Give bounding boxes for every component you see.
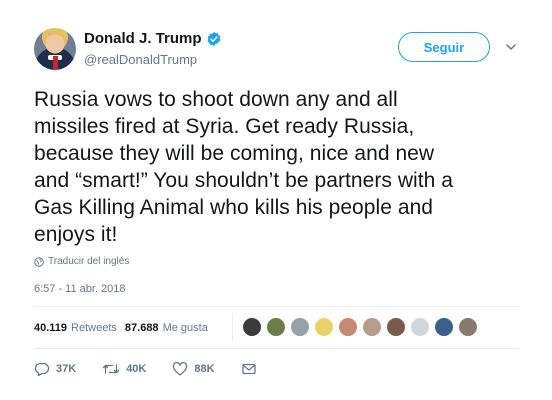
tweet-text-line: enjoys it! [34,223,118,246]
retweet-button[interactable]: 40K [102,362,146,376]
liker-avatars [242,317,482,337]
liker-avatar[interactable] [434,317,454,337]
tweet-text: Russia vows to shoot down any and all mi… [34,86,524,248]
divider [34,306,519,307]
chevron-down-icon[interactable] [504,40,518,54]
liker-avatar[interactable] [410,317,430,337]
divider [34,348,519,349]
author-name-row[interactable]: Donald J. Trump [84,30,222,47]
tweet-text-line: and “smart!” You shouldn’t be partners w… [34,169,453,192]
tweet-card: Donald J. Trump @realDonaldTrump Seguir … [0,0,552,400]
translate-link[interactable]: Traducir del inglés [34,256,129,267]
liker-avatar[interactable] [314,317,334,337]
tweet-actions: 37K 40K 88K [34,360,289,378]
tweet-stats: 40.119 Retweets 87.688 Me gusta [34,315,216,341]
avatar-tie [53,56,58,70]
verified-badge-icon [207,31,220,46]
follow-button[interactable]: Seguir [398,32,490,62]
avatar[interactable] [34,28,76,70]
translate-label[interactable]: Traducir del inglés [48,256,129,267]
globe-icon [34,256,44,267]
liker-avatar[interactable] [386,317,406,337]
tweet-text-line: missiles fired at Syria. Get ready Russi… [34,115,415,138]
envelope-icon [241,363,256,375]
liker-avatar[interactable] [362,317,382,337]
heart-icon [173,362,188,376]
like-button[interactable]: 88K [172,362,215,376]
stats-separator [232,313,233,341]
likes-label[interactable]: Me gusta [163,322,208,334]
likes-count[interactable]: 87.688 [125,322,159,334]
author-handle[interactable]: @realDonaldTrump [84,52,197,67]
retweet-icon [103,364,120,374]
tweet-text-line: Russia vows to shoot down any and all [34,88,398,111]
author-display-name[interactable]: Donald J. Trump [84,30,202,47]
liker-avatar[interactable] [338,317,358,337]
tweet-header: Donald J. Trump @realDonaldTrump Seguir [34,28,524,72]
reply-icon [34,362,50,376]
tweet-text-line: Gas Killing Animal who kills his people … [34,196,434,219]
tweet-text-line: because they will be coming, nice and ne… [34,142,435,165]
liker-avatar[interactable] [242,317,262,337]
liker-avatar[interactable] [458,317,478,337]
tweet-timestamp[interactable]: 6:57 - 11 abr. 2018 [34,283,126,295]
retweets-label[interactable]: Retweets [71,322,117,334]
reply-count: 37K [56,363,77,375]
liker-avatar[interactable] [266,317,286,337]
retweet-count: 40K [126,363,147,375]
direct-message-button[interactable] [241,362,263,376]
like-count: 88K [194,363,215,375]
liker-avatar[interactable] [290,317,310,337]
reply-button[interactable]: 37K [34,362,76,376]
retweets-count[interactable]: 40.119 [34,322,67,334]
